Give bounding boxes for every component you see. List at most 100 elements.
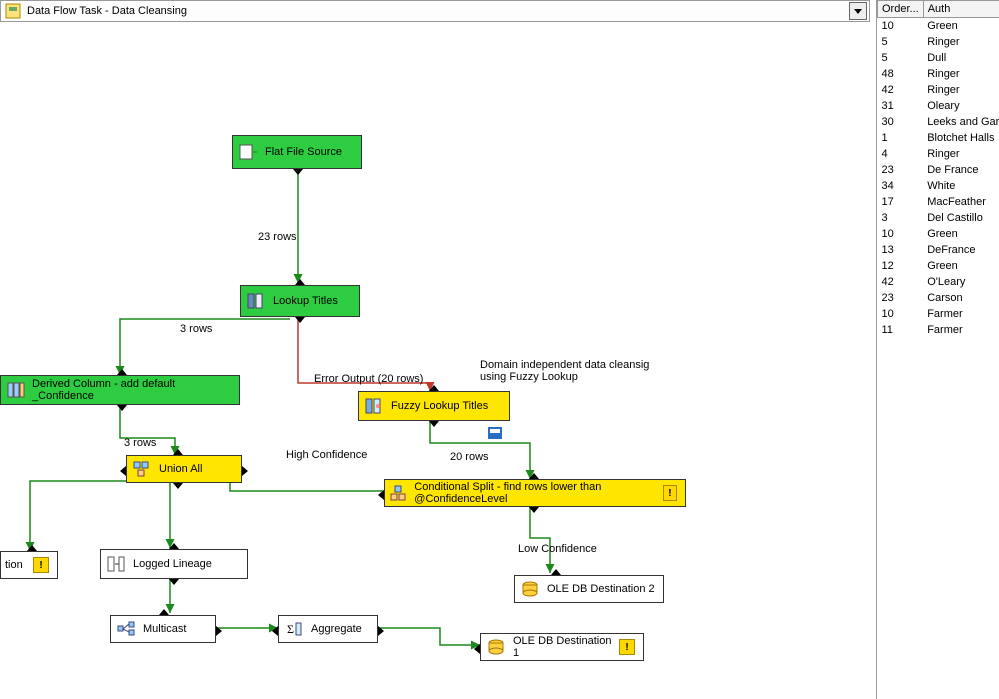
table-row[interactable]: 42O'Leary — [878, 274, 999, 290]
warning-icon: ! — [663, 485, 677, 501]
cell-order: 31 — [878, 98, 924, 114]
flow-label: High Confidence — [286, 449, 367, 461]
cell-auth: Ringer — [923, 146, 999, 162]
flow-label: 3 rows — [180, 323, 212, 335]
cell-order: 5 — [878, 34, 924, 50]
cell-order: 12 — [878, 258, 924, 274]
cell-auth: Ringer — [923, 34, 999, 50]
table-row[interactable]: 3Del Castillo — [878, 210, 999, 226]
warning-icon: ! — [33, 557, 49, 573]
cell-auth: Ringer — [923, 66, 999, 82]
table-row[interactable]: 48Ringer — [878, 66, 999, 82]
table-row[interactable]: 10Green — [878, 18, 999, 35]
cell-auth: Farmer — [923, 322, 999, 338]
node-label: Lookup Titles — [273, 295, 338, 307]
table-row[interactable]: 11Farmer — [878, 322, 999, 338]
node-multicast[interactable]: Multicast — [110, 615, 216, 643]
table-row[interactable]: 17MacFeather — [878, 194, 999, 210]
table-header-auth[interactable]: Auth — [923, 1, 999, 18]
table-row[interactable]: 23De France — [878, 162, 999, 178]
table-row[interactable]: 30 Leeks and Garlic — [878, 114, 999, 130]
cell-order: 3 — [878, 210, 924, 226]
titlebar-label: Data Flow Task - Data Cleansing — [27, 5, 187, 17]
database-icon — [519, 580, 541, 598]
flow-label: 3 rows — [124, 437, 156, 449]
titlebar: Data Flow Task - Data Cleansing — [0, 0, 870, 22]
node-label: Union All — [159, 463, 202, 475]
connection-lines — [0, 23, 870, 699]
cell-auth: Green — [923, 18, 999, 35]
cell-auth: Del Castillo — [923, 210, 999, 226]
cell-auth: O'Leary — [923, 274, 999, 290]
flow-label: 23 rows — [258, 231, 297, 243]
node-conditional-split[interactable]: Conditional Split - find rows lower than… — [384, 479, 686, 507]
flow-label: 20 rows — [450, 451, 489, 463]
node-logged-lineage[interactable]: Logged Lineage — [100, 549, 248, 579]
cell-order: 23 — [878, 290, 924, 306]
flow-annotation: Domain independent data cleansig using F… — [480, 359, 660, 383]
database-icon — [485, 638, 507, 656]
table-row[interactable]: 5Dull — [878, 50, 999, 66]
node-label: tion — [5, 559, 33, 571]
node-label: OLE DB Destination 1 — [513, 635, 619, 659]
node-label: Fuzzy Lookup Titles — [391, 400, 488, 412]
cell-auth: Carson — [923, 290, 999, 306]
node-flat-file-source[interactable]: Flat File Source — [232, 135, 362, 169]
node-fuzzy-lookup[interactable]: Fuzzy Lookup Titles — [358, 391, 510, 421]
cell-order: 42 — [878, 274, 924, 290]
table-row[interactable]: 13DeFrance — [878, 242, 999, 258]
node-aggregate[interactable]: Σ Aggregate — [278, 615, 378, 643]
table-header-order[interactable]: Order... — [878, 1, 924, 18]
flow-label: Low Confidence — [518, 543, 597, 555]
cell-order: 5 — [878, 50, 924, 66]
fuzzy-lookup-icon — [363, 397, 385, 415]
cell-order: 10 — [878, 306, 924, 322]
cell-order: 11 — [878, 322, 924, 338]
node-lookup-titles[interactable]: Lookup Titles — [240, 285, 360, 317]
node-label: Logged Lineage — [133, 558, 212, 570]
cell-auth: Ringer — [923, 82, 999, 98]
source-icon — [237, 143, 259, 161]
node-derived-column[interactable]: Derived Column - add default _Confidence — [0, 375, 240, 405]
cell-auth: Blotchet Halls — [923, 130, 999, 146]
aggregate-icon: Σ — [283, 620, 305, 638]
multicast-icon — [115, 620, 137, 638]
cell-auth: Oleary — [923, 98, 999, 114]
cell-auth: Green — [923, 258, 999, 274]
cell-order: 42 — [878, 82, 924, 98]
table-row[interactable]: 4Ringer — [878, 146, 999, 162]
table-row[interactable]: 42Ringer — [878, 82, 999, 98]
node-ole-db-destination-1[interactable]: OLE DB Destination 1 ! — [480, 633, 644, 661]
cell-auth: DeFrance — [923, 242, 999, 258]
table-row[interactable]: 31Oleary — [878, 98, 999, 114]
node-label: Conditional Split - find rows lower than… — [414, 481, 662, 505]
cell-auth: MacFeather — [923, 194, 999, 210]
node-ole-db-destination-truncated[interactable]: tion ! — [0, 551, 58, 579]
cell-auth: De France — [923, 162, 999, 178]
table-row[interactable]: 10Green — [878, 226, 999, 242]
table-row[interactable]: 10Farmer — [878, 306, 999, 322]
task-icon — [5, 3, 21, 19]
flow-label: Error Output (20 rows) — [314, 373, 423, 385]
table-row[interactable]: 1Blotchet Halls — [878, 130, 999, 146]
node-union-all[interactable]: Union All — [126, 455, 242, 483]
node-label: Flat File Source — [265, 146, 342, 158]
cell-order: 23 — [878, 162, 924, 178]
data-viewer-table[interactable]: Order... Auth 10Green5Ringer5Dull48Ringe… — [876, 0, 999, 699]
cell-auth: Farmer — [923, 306, 999, 322]
table-row[interactable]: 5Ringer — [878, 34, 999, 50]
cell-order: 48 — [878, 66, 924, 82]
table-row[interactable]: 12Green — [878, 258, 999, 274]
titlebar-dropdown-button[interactable] — [849, 2, 867, 20]
node-ole-db-destination-2[interactable]: OLE DB Destination 2 — [514, 575, 664, 603]
cell-order: 1 — [878, 130, 924, 146]
cell-auth: Dull — [923, 50, 999, 66]
table-row[interactable]: 23Carson — [878, 290, 999, 306]
dataflow-canvas[interactable]: Flat File Source Lookup Titles Derived C… — [0, 23, 870, 699]
table-row[interactable]: 34White — [878, 178, 999, 194]
cell-order: 17 — [878, 194, 924, 210]
cell-order: 13 — [878, 242, 924, 258]
node-label: OLE DB Destination 2 — [547, 583, 655, 595]
derived-column-icon — [5, 381, 26, 399]
lookup-icon — [245, 292, 267, 310]
